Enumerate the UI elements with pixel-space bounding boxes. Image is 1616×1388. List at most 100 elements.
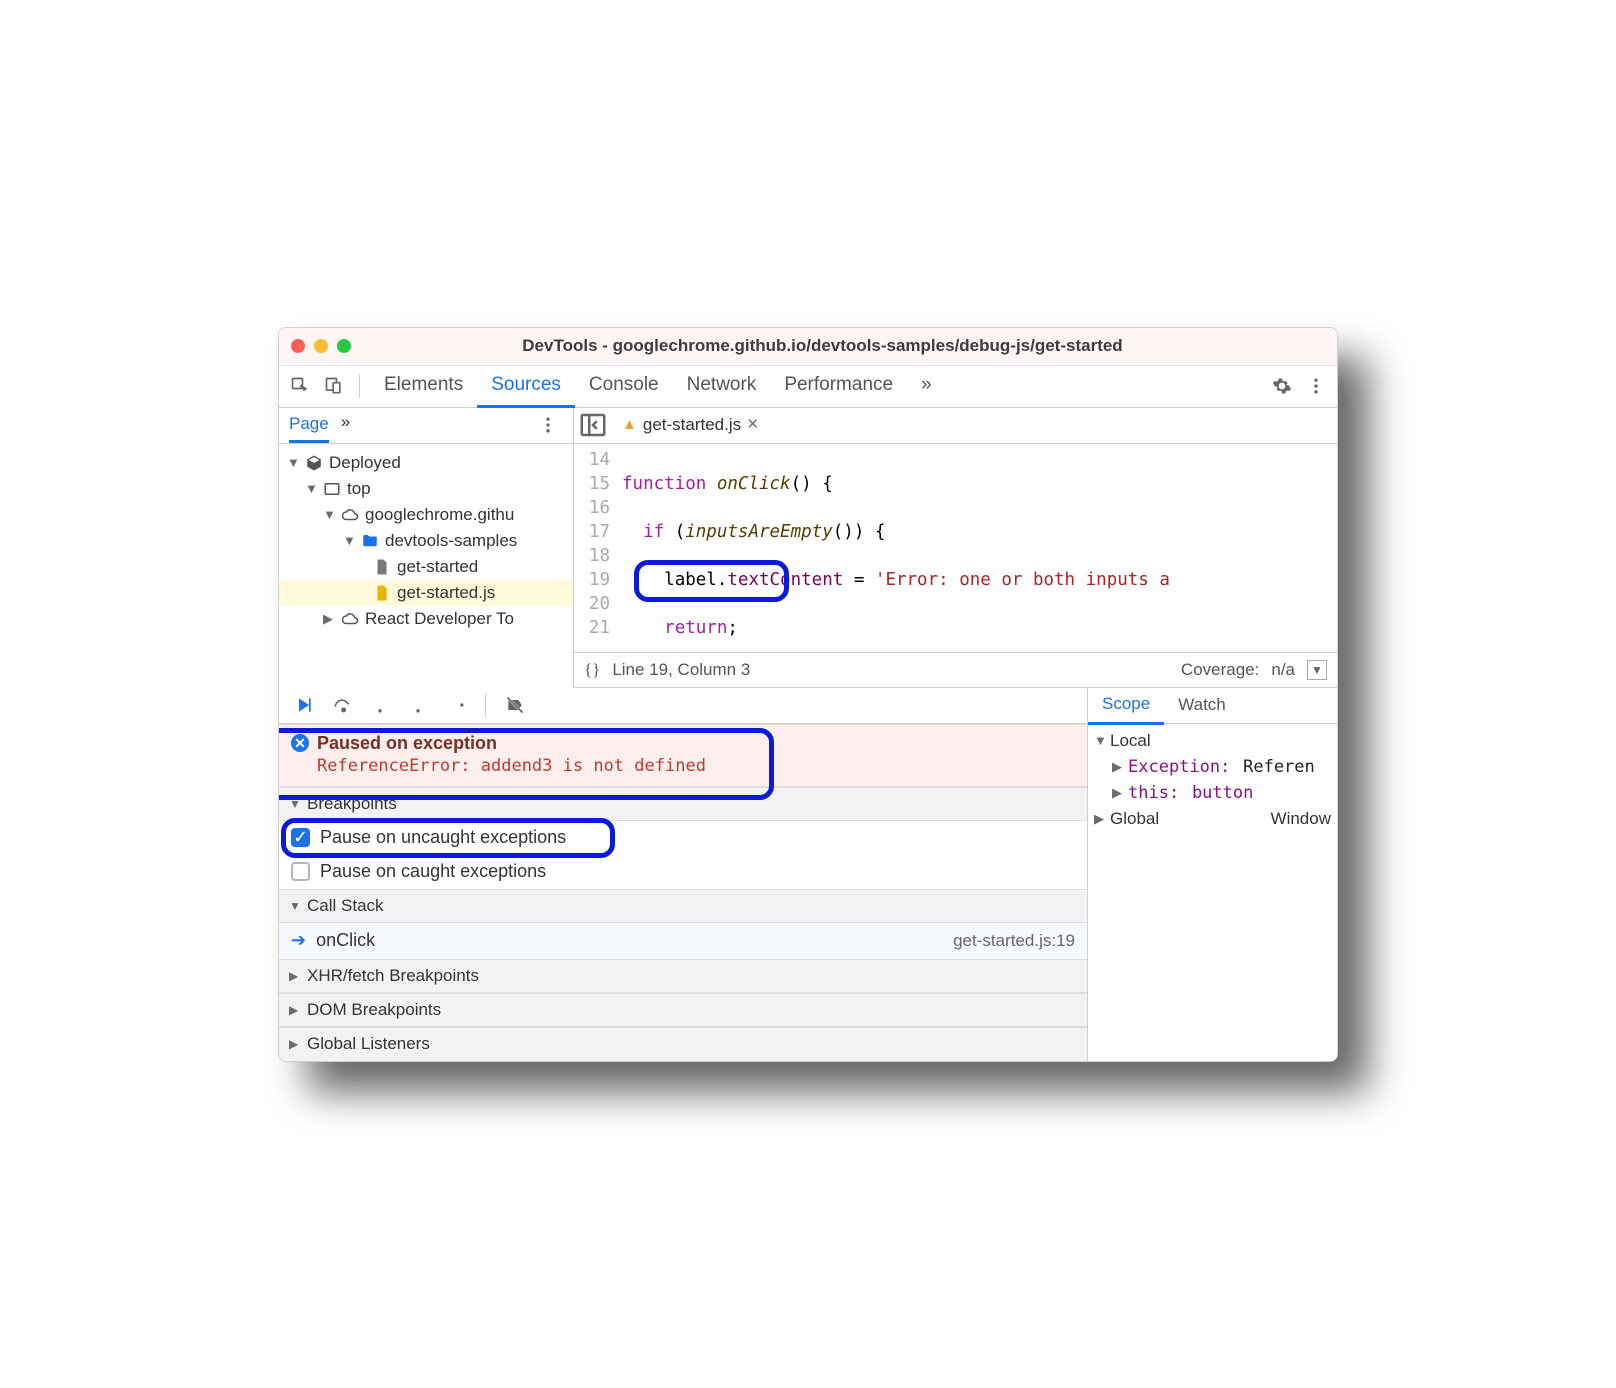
scope-value: Referen xyxy=(1243,757,1315,777)
checkbox-label: Pause on caught exceptions xyxy=(320,861,546,882)
checkbox-pause-uncaught[interactable]: ✓ xyxy=(291,828,310,847)
expand-icon[interactable] xyxy=(305,481,317,496)
navigator-pane: Page » Deployed top xyxy=(279,408,574,688)
file-tab-label: get-started.js xyxy=(643,415,741,435)
tab-elements[interactable]: Elements xyxy=(370,365,477,408)
navigator-tab-page[interactable]: Page xyxy=(289,414,329,443)
debugger-pane: ✕ Paused on exception ReferenceError: ad… xyxy=(279,688,1337,1061)
pretty-print-icon[interactable]: {} xyxy=(584,660,600,680)
pause-uncaught-row[interactable]: ✓ Pause on uncaught exceptions xyxy=(279,821,1087,855)
tree-folder[interactable]: devtools-samples xyxy=(279,528,573,554)
paused-title: Paused on exception xyxy=(317,733,497,754)
scope-exception[interactable]: Exception: Referen xyxy=(1094,754,1331,780)
expand-icon[interactable] xyxy=(289,969,301,983)
expand-icon[interactable] xyxy=(1094,733,1106,748)
code-editor[interactable]: 14 15 16 17 18 19 20 21 function onClick… xyxy=(574,444,1337,652)
expand-icon[interactable] xyxy=(1094,811,1106,827)
section-global-listeners[interactable]: Global Listeners xyxy=(279,1027,1087,1061)
section-label: DOM Breakpoints xyxy=(307,1000,441,1020)
traffic-light-zoom[interactable] xyxy=(337,339,351,353)
devtools-toolbar: Elements Sources Console Network Perform… xyxy=(279,366,1337,408)
deactivate-breakpoints-button[interactable] xyxy=(500,690,530,720)
divider xyxy=(485,693,486,717)
tab-performance[interactable]: Performance xyxy=(770,365,907,408)
scope-body: Local Exception: Referen this: button Gl… xyxy=(1088,724,1337,836)
section-callstack[interactable]: Call Stack xyxy=(279,889,1087,923)
navigator-tab-overflow[interactable]: » xyxy=(341,412,350,438)
file-icon xyxy=(373,558,391,576)
cloud-icon xyxy=(341,506,359,524)
pause-caught-row[interactable]: Pause on caught exceptions xyxy=(279,855,1087,889)
line-number: 18 xyxy=(574,544,610,568)
section-label: Global Listeners xyxy=(307,1034,430,1054)
step-over-button[interactable] xyxy=(327,690,357,720)
error-badge-icon: ✕ xyxy=(291,734,309,752)
expand-icon[interactable] xyxy=(1112,785,1124,801)
step-into-button[interactable] xyxy=(365,690,395,720)
window-title: DevTools - googlechrome.github.io/devtoo… xyxy=(360,336,1285,356)
callstack-frame[interactable]: ➔ onClick get-started.js:19 xyxy=(279,923,1087,959)
section-breakpoints[interactable]: Breakpoints xyxy=(279,787,1087,821)
expand-icon[interactable] xyxy=(323,611,335,627)
cursor-position: Line 19, Column 3 xyxy=(612,660,750,680)
tree-extension[interactable]: React Developer To xyxy=(279,606,573,632)
tab-sources[interactable]: Sources xyxy=(477,365,575,408)
tab-scope[interactable]: Scope xyxy=(1088,686,1164,725)
line-number: 14 xyxy=(574,448,610,472)
titlebar: DevTools - googlechrome.github.io/devtoo… xyxy=(279,328,1337,366)
scope-label: Local xyxy=(1110,731,1151,751)
expand-icon[interactable] xyxy=(289,797,301,811)
exception-message: ReferenceError: addend3 is not defined xyxy=(291,754,1075,776)
scope-key: Exception xyxy=(1128,757,1220,777)
section-label: Call Stack xyxy=(307,896,384,916)
inspect-element-icon[interactable] xyxy=(285,371,315,401)
expand-icon[interactable] xyxy=(343,533,355,548)
paused-message: ✕ Paused on exception ReferenceError: ad… xyxy=(279,724,1087,787)
debug-toolbar xyxy=(279,688,1087,724)
section-dom-bp[interactable]: DOM Breakpoints xyxy=(279,993,1087,1027)
tree-domain[interactable]: googlechrome.githu xyxy=(279,502,573,528)
file-tab-getstarted[interactable]: ▲ get-started.js × xyxy=(612,407,768,444)
expand-icon[interactable] xyxy=(289,899,301,913)
checkbox-pause-caught[interactable] xyxy=(291,862,310,881)
expand-icon[interactable] xyxy=(289,1003,301,1017)
editor-pane: ▲ get-started.js × 14 15 16 17 18 19 20 … xyxy=(574,408,1337,688)
scope-local[interactable]: Local xyxy=(1094,728,1331,754)
resume-button[interactable] xyxy=(289,690,319,720)
device-toggle-icon[interactable] xyxy=(319,371,349,401)
kebab-menu-icon[interactable] xyxy=(1301,371,1331,401)
tab-network[interactable]: Network xyxy=(673,365,771,408)
tab-console[interactable]: Console xyxy=(575,365,673,408)
line-number: 17 xyxy=(574,520,610,544)
scope-label: Global xyxy=(1110,809,1159,829)
settings-gear-icon[interactable] xyxy=(1267,371,1297,401)
section-xhr[interactable]: XHR/fetch Breakpoints xyxy=(279,959,1087,993)
file-tree: Deployed top googlechrome.githu devtools… xyxy=(279,444,573,638)
expand-icon[interactable] xyxy=(323,507,335,522)
expand-icon[interactable] xyxy=(289,1037,301,1051)
scope-global[interactable]: Global Window xyxy=(1094,806,1331,832)
main-split: Page » Deployed top xyxy=(279,408,1337,688)
coverage-dropdown-icon[interactable]: ▼ xyxy=(1307,660,1327,680)
line-number: 21 xyxy=(574,616,610,640)
tabs-overflow-icon[interactable]: » xyxy=(907,365,946,408)
expand-icon[interactable] xyxy=(287,455,299,470)
expand-icon[interactable] xyxy=(1112,759,1124,775)
traffic-light-close[interactable] xyxy=(291,339,305,353)
step-button[interactable] xyxy=(441,690,471,720)
coverage-label: Coverage: xyxy=(1181,660,1259,680)
scope-tabs: Scope Watch xyxy=(1088,688,1337,724)
tree-file-js[interactable]: get-started.js xyxy=(279,580,573,606)
line-number: 19 xyxy=(574,568,610,592)
tree-top[interactable]: top xyxy=(279,476,573,502)
navigator-kebab-icon[interactable] xyxy=(533,410,563,440)
js-file-icon xyxy=(373,584,391,602)
step-out-button[interactable] xyxy=(403,690,433,720)
show-navigator-icon[interactable] xyxy=(578,410,608,440)
tab-watch[interactable]: Watch xyxy=(1164,687,1240,723)
tree-file-html[interactable]: get-started xyxy=(279,554,573,580)
scope-this[interactable]: this: button xyxy=(1094,780,1331,806)
tree-deployed[interactable]: Deployed xyxy=(279,450,573,476)
close-icon[interactable]: × xyxy=(747,414,758,436)
traffic-light-minimize[interactable] xyxy=(314,339,328,353)
